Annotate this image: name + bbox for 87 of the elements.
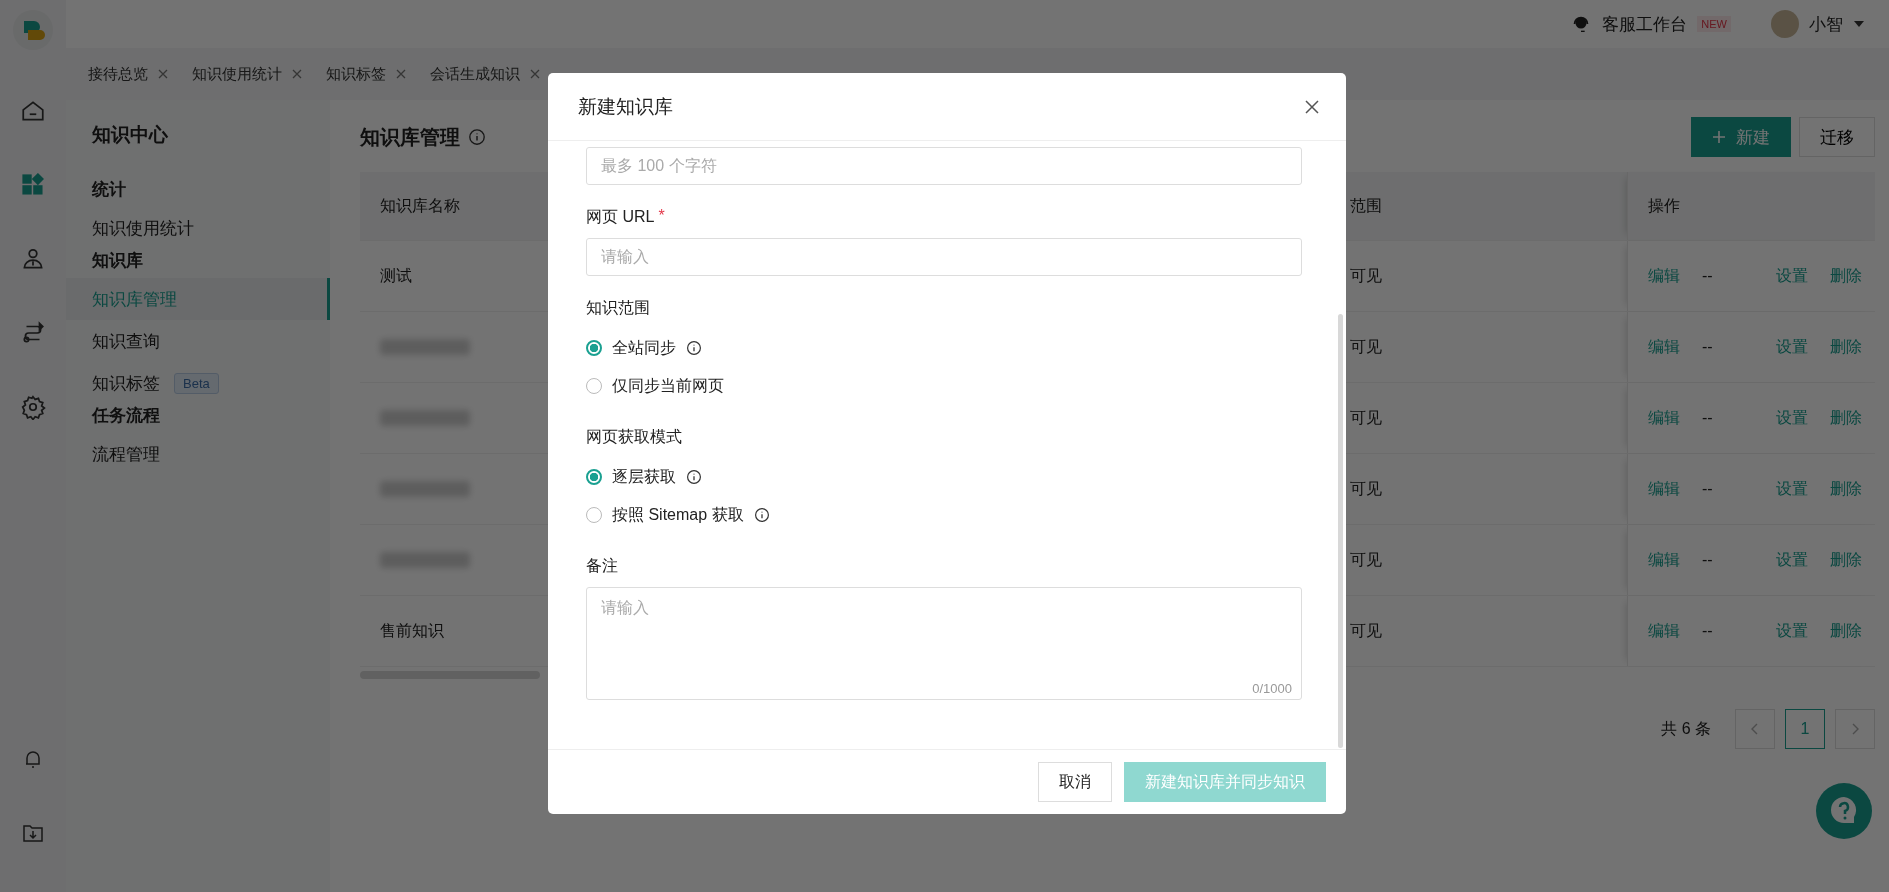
migrate-button[interactable]: 迁移 xyxy=(1799,117,1875,157)
field-label: 网页获取模式 xyxy=(586,427,682,447)
action-link[interactable]: 编辑 xyxy=(1648,407,1680,429)
new-button[interactable]: 新建 xyxy=(1691,117,1791,157)
action-link[interactable]: 删除 xyxy=(1830,336,1862,358)
radio-label[interactable]: 按照 Sitemap 获取 xyxy=(612,504,744,526)
radio-label[interactable]: 逐层获取 xyxy=(612,466,676,488)
total-count: 共 6 条 xyxy=(1661,718,1711,739)
table-cell-text: -- xyxy=(1702,622,1714,640)
field-label: 备注 xyxy=(586,556,618,576)
close-icon[interactable] xyxy=(1304,98,1320,115)
dialog-title: 新建知识库 xyxy=(578,94,673,119)
tab[interactable]: 知识使用统计 xyxy=(180,56,314,92)
action-link[interactable]: 删除 xyxy=(1830,620,1862,642)
action-link[interactable]: 设置 xyxy=(1776,549,1808,571)
sidebar-item[interactable]: 知识库管理 xyxy=(66,278,330,320)
avatar[interactable] xyxy=(1771,10,1799,38)
action-link[interactable]: 编辑 xyxy=(1648,478,1680,500)
character-counter: 0/1000 xyxy=(1252,681,1292,696)
tab[interactable]: 接待总览 xyxy=(76,56,180,92)
required-mark: * xyxy=(658,207,665,226)
page-button[interactable]: 1 xyxy=(1785,709,1825,749)
action-link[interactable]: 设置 xyxy=(1776,336,1808,358)
table-cell-text: 可见 xyxy=(1350,336,1382,357)
table-cell-text: -- xyxy=(1702,551,1714,569)
tab[interactable]: 知识标签 xyxy=(314,56,418,92)
info-icon[interactable] xyxy=(753,507,770,523)
sidebar-heading: 统计 xyxy=(91,179,127,201)
chevron-right-icon xyxy=(1851,723,1859,735)
table-cell-text: 可见 xyxy=(1350,478,1382,499)
column-header: 知识库名称 xyxy=(380,195,460,216)
sidebar-title: 知识中心 xyxy=(91,123,169,147)
input-field[interactable]: 请输入 xyxy=(586,238,1302,276)
beta-badge: Beta xyxy=(174,372,219,394)
column-header: 操作 xyxy=(1648,195,1680,216)
sidebar-item[interactable]: 流程管理 xyxy=(66,433,330,475)
help-chat-button[interactable] xyxy=(1816,783,1872,839)
action-link[interactable]: 删除 xyxy=(1830,265,1862,287)
action-link[interactable]: 删除 xyxy=(1830,407,1862,429)
field-label: 知识范围 xyxy=(586,298,650,318)
action-link[interactable]: 设置 xyxy=(1776,620,1808,642)
action-link[interactable]: 编辑 xyxy=(1648,549,1680,571)
sidebar-heading: 任务流程 xyxy=(90,405,161,427)
radio-button[interactable] xyxy=(586,507,602,523)
table-cell-text: 可见 xyxy=(1350,265,1382,286)
table-cell-text: -- xyxy=(1702,409,1714,427)
sidebar-item[interactable]: 知识使用统计 xyxy=(66,207,330,249)
table-cell-text: 测试 xyxy=(380,265,412,286)
new-badge: NEW xyxy=(1697,16,1731,32)
table-cell-text: -- xyxy=(1702,338,1714,356)
table-cell-text: 可见 xyxy=(1350,620,1382,641)
cancel-button[interactable]: 取消 xyxy=(1038,762,1112,802)
scrollbar[interactable] xyxy=(1338,314,1343,748)
radio-button[interactable] xyxy=(586,378,602,394)
action-link[interactable]: 编辑 xyxy=(1648,265,1680,287)
plus-icon xyxy=(1712,130,1726,144)
action-link[interactable]: 编辑 xyxy=(1648,620,1680,642)
table-cell-text: 售前知识 xyxy=(380,620,444,641)
info-icon[interactable] xyxy=(686,340,702,356)
table-cell-text: 可见 xyxy=(1350,407,1382,428)
user-name[interactable]: 小智 xyxy=(1809,12,1843,36)
info-icon[interactable] xyxy=(686,469,702,485)
radio-button[interactable] xyxy=(586,469,602,485)
field-label: 网页 URL xyxy=(586,207,655,227)
logo-icon xyxy=(13,10,53,50)
action-link[interactable]: 设置 xyxy=(1776,407,1808,429)
table-cell-text: -- xyxy=(1702,267,1714,285)
caret-icon[interactable] xyxy=(1853,20,1865,28)
page-title: 知识库管理 xyxy=(360,124,460,150)
input-field[interactable]: 最多 100 个字符 xyxy=(586,147,1302,185)
column-header: 范围 xyxy=(1350,195,1382,216)
action-link[interactable]: 删除 xyxy=(1830,549,1862,571)
radio-button[interactable] xyxy=(586,340,602,356)
action-link[interactable]: 删除 xyxy=(1830,478,1862,500)
radio-label[interactable]: 全站同步 xyxy=(612,337,676,359)
table-cell-text: 可见 xyxy=(1350,549,1382,570)
tab[interactable]: 会话生成知识 xyxy=(418,56,552,92)
sidebar-item[interactable]: 知识标签 Beta xyxy=(66,362,330,404)
chevron-left-icon xyxy=(1751,723,1759,735)
action-link[interactable]: 编辑 xyxy=(1648,336,1680,358)
action-link[interactable]: 设置 xyxy=(1776,478,1808,500)
sidebar-item[interactable]: 知识查询 xyxy=(66,320,330,362)
workbench-link[interactable]: 客服工作台 xyxy=(1602,12,1688,36)
action-link[interactable]: 设置 xyxy=(1776,265,1808,287)
sidebar-heading: 知识库 xyxy=(91,250,144,272)
table-cell-text: -- xyxy=(1702,480,1714,498)
radio-label[interactable]: 仅同步当前网页 xyxy=(612,375,724,397)
